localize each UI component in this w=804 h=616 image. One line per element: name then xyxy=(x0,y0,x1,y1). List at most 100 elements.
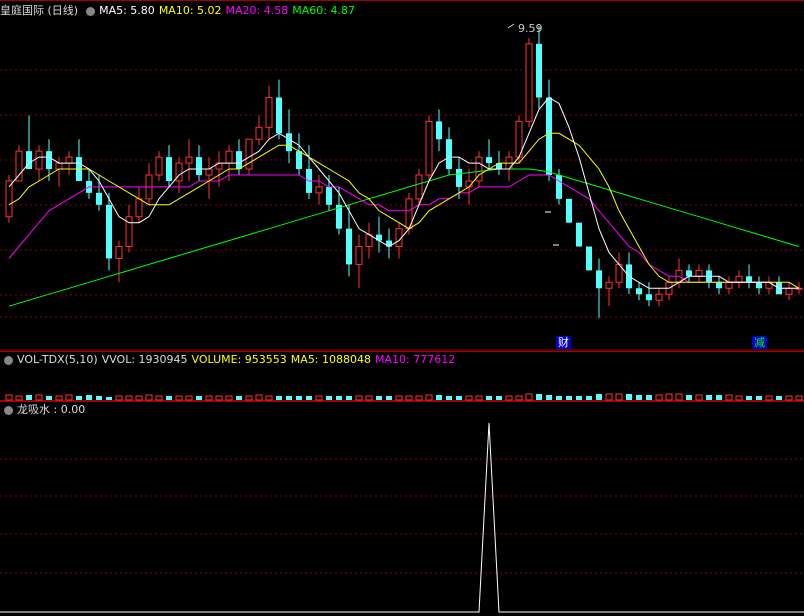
volume-bar xyxy=(215,395,223,401)
volume-header: VOL-TDX(5,10) VVOL: 1930945 VOLUME: 953553… xyxy=(0,352,459,368)
volume-bar xyxy=(586,396,592,400)
volume-bar xyxy=(665,393,673,401)
price-panel[interactable]: 皇庭国际 (日线) MA5: 5.80 MA10: 5.02 MA20: 4.58 MA… xyxy=(0,0,804,351)
volume-bar xyxy=(655,394,663,401)
candle-down xyxy=(546,97,552,175)
volume-dropdown-icon[interactable] xyxy=(4,355,13,365)
volume-bar xyxy=(525,393,533,401)
volume-bar xyxy=(86,395,92,400)
candle-down xyxy=(576,222,582,247)
candle-down xyxy=(756,282,762,289)
volume-bar xyxy=(115,395,123,401)
candle-up xyxy=(415,174,423,200)
volume-panel[interactable]: VOL-TDX(5,10) VVOL: 1930945 VOLUME: 953553… xyxy=(0,351,804,401)
candle-up xyxy=(185,156,193,164)
ma10-value: MA10: 5.02 xyxy=(158,4,222,17)
volume-bar xyxy=(306,396,312,400)
candle-up xyxy=(65,156,73,164)
volume-bar xyxy=(135,395,143,401)
indicator-header: 龙吸水 : 0.00 xyxy=(0,402,89,418)
volume-bar xyxy=(185,395,193,401)
volume-bar xyxy=(456,396,462,400)
candle-down xyxy=(276,97,282,134)
candle-down xyxy=(646,294,652,301)
volume-bar xyxy=(255,394,263,401)
volume-bar xyxy=(96,396,102,400)
volume-bar xyxy=(145,394,153,401)
volume-bar xyxy=(415,395,423,401)
high-pointer xyxy=(507,23,515,29)
candle-up xyxy=(785,287,793,295)
volume-bar xyxy=(336,396,342,400)
candle-up xyxy=(725,281,733,289)
volume-bar xyxy=(405,395,413,401)
volume-bar xyxy=(795,395,803,401)
candle-down xyxy=(596,270,602,289)
volume-bar xyxy=(576,396,582,400)
volume-bar xyxy=(346,396,352,400)
volume-bar xyxy=(465,395,473,401)
candle-up xyxy=(155,156,163,176)
volume-bar xyxy=(65,394,73,401)
volume-bar xyxy=(556,396,562,400)
vol-ma10-value: MA10: 777612 xyxy=(375,353,456,366)
volume-bar xyxy=(175,395,183,401)
volume-bar xyxy=(716,395,722,400)
candle-up xyxy=(55,162,63,170)
candle-up xyxy=(255,126,263,140)
volume-bar xyxy=(196,396,202,400)
indicator-panel[interactable]: 龙吸水 : 0.00 xyxy=(0,401,804,616)
volume-bar xyxy=(125,395,133,401)
volume-bar xyxy=(365,395,373,401)
vol-indicator-name: VOL-TDX(5,10) xyxy=(17,353,98,366)
volume-bar xyxy=(756,396,762,400)
candle-up xyxy=(265,97,273,128)
event-marker-reduce[interactable]: 减 xyxy=(752,336,767,349)
event-marker-finance[interactable]: 财 xyxy=(556,336,571,349)
candle-up xyxy=(605,281,613,289)
volume-bar xyxy=(205,395,213,401)
volume-bar xyxy=(35,394,43,401)
volume-bar xyxy=(355,395,363,401)
candle-up xyxy=(355,246,363,265)
volume-bar xyxy=(536,394,542,400)
candle-up xyxy=(175,162,183,182)
volume-bar xyxy=(5,394,13,401)
indicator-chart[interactable] xyxy=(0,401,804,616)
volume-bar xyxy=(225,395,233,401)
volume-bar xyxy=(646,395,652,400)
volume-bar xyxy=(486,396,492,400)
volume-bar xyxy=(276,396,282,400)
candle-up xyxy=(655,293,663,301)
volume-bar xyxy=(425,394,433,401)
dropdown-icon[interactable] xyxy=(86,6,96,16)
price-chart[interactable] xyxy=(0,0,804,351)
volume-bar xyxy=(706,395,712,400)
candle-up xyxy=(735,275,743,283)
volume-value: VOLUME: 953553 xyxy=(191,353,287,366)
volume-bar xyxy=(76,396,82,400)
volume-bar xyxy=(446,396,452,400)
volume-bar xyxy=(245,395,253,401)
volume-bar xyxy=(15,395,23,401)
volume-bar xyxy=(265,395,273,401)
candle-down xyxy=(436,121,442,140)
volume-bar xyxy=(605,393,613,401)
volume-bar xyxy=(615,393,623,401)
candle-down xyxy=(296,151,302,170)
candle-down xyxy=(456,169,462,187)
indicator-dropdown-icon[interactable] xyxy=(4,405,13,415)
volume-bar xyxy=(596,394,602,400)
volume-bar xyxy=(155,395,163,401)
volume-bar xyxy=(626,394,632,400)
candle-down xyxy=(346,228,352,265)
volume-bar xyxy=(686,395,692,400)
volume-bar xyxy=(296,396,302,400)
candle-down xyxy=(556,175,562,199)
candle-up xyxy=(695,269,703,277)
volume-bar xyxy=(55,395,63,401)
indicator-name: 龙吸水 : 0.00 xyxy=(17,403,86,416)
candle-up xyxy=(225,150,233,164)
candle-down xyxy=(486,157,492,164)
candle-down xyxy=(46,151,52,170)
